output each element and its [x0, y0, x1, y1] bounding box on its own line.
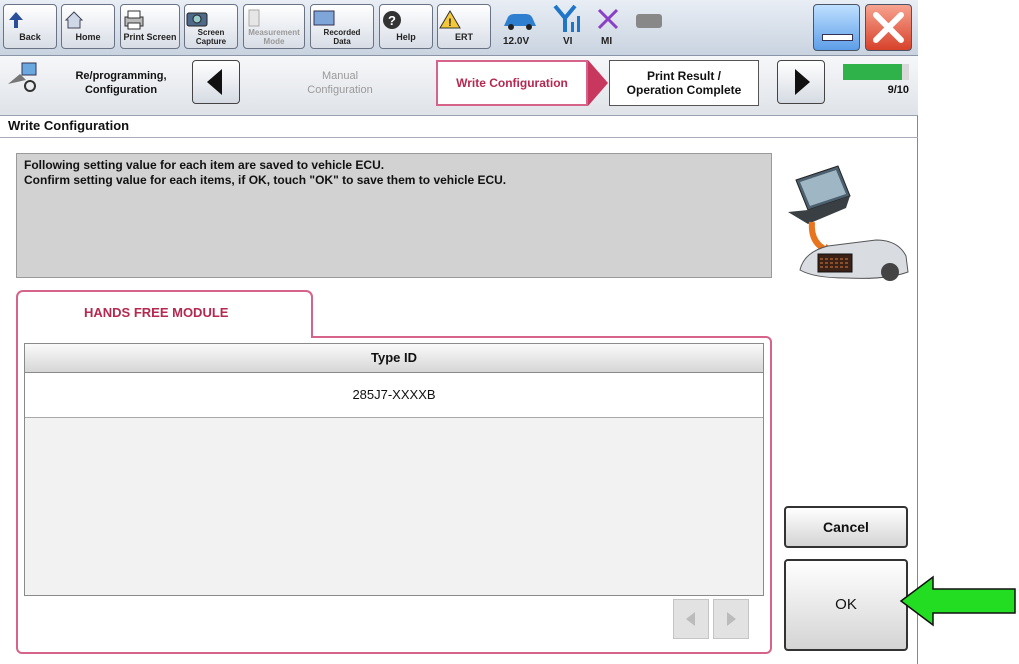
message-line-2: Confirm setting value for each items, if… — [24, 173, 507, 187]
triangle-left-icon — [686, 612, 695, 626]
pointer-arrow-icon — [899, 575, 1016, 627]
printer-icon — [124, 10, 144, 30]
recorded-data-button[interactable]: Recorded Data — [310, 4, 374, 49]
minimize-icon — [822, 34, 853, 41]
ok-button[interactable]: OK — [784, 559, 908, 651]
back-arrow-icon — [9, 12, 23, 28]
back-label: Back — [19, 32, 41, 42]
consult-window: Back Home Print Screen Screen Capture Me… — [0, 0, 918, 664]
table-header-type-id: Type ID — [25, 344, 763, 373]
signal-vi-icon — [553, 4, 580, 32]
nav-previous-button[interactable] — [192, 60, 240, 104]
warning-icon: ! — [439, 10, 461, 29]
help-button[interactable]: ? Help — [379, 4, 433, 49]
battery-indicator-icon — [636, 14, 662, 28]
help-icon: ? — [383, 11, 401, 29]
current-step-pointer — [588, 60, 608, 106]
close-button[interactable] — [865, 4, 912, 51]
triangle-right-icon — [727, 612, 736, 626]
recorded-data-label: Recorded Data — [323, 28, 361, 46]
close-icon — [873, 12, 904, 43]
help-label: Help — [396, 32, 416, 42]
recorded-data-icon — [313, 10, 335, 26]
progress-bar — [843, 64, 909, 80]
home-button[interactable]: Home — [61, 4, 115, 49]
nav-step-print-result: Print Result / Operation Complete — [609, 60, 759, 106]
progress-fill — [843, 64, 903, 80]
table-row[interactable]: 285J7-XXXXB — [25, 373, 763, 418]
cancel-button[interactable]: Cancel — [784, 506, 908, 548]
screen-capture-label: Screen Capture — [195, 28, 227, 46]
svg-text:?: ? — [388, 13, 396, 28]
battery-voltage: 12.0V — [503, 36, 530, 47]
measurement-mode-label: Measurement Mode — [248, 28, 300, 46]
screen-capture-button[interactable]: Screen Capture — [184, 4, 238, 49]
nav-step-write-configuration: Write Configuration — [436, 60, 588, 106]
measurement-icon — [248, 9, 260, 27]
nav-step-manual-configuration: Manual Configuration — [307, 70, 373, 96]
vi-label: VI — [563, 36, 573, 47]
mi-label: MI — [601, 36, 613, 47]
print-screen-label: Print Screen — [123, 32, 177, 42]
svg-text:!: ! — [448, 17, 452, 29]
home-icon — [64, 11, 84, 29]
tab-hands-free-module[interactable]: HANDS FREE MODULE — [16, 290, 313, 338]
arrow-left-icon — [207, 69, 222, 95]
measurement-mode-button[interactable]: Measurement Mode — [243, 4, 305, 49]
nav-step-reprogramming: Re/programming, Configuration — [75, 70, 167, 96]
step-navigation: Re/programming, Configuration Manual Con… — [0, 56, 918, 116]
minimize-button[interactable] — [813, 4, 860, 51]
back-button[interactable]: Back — [3, 4, 57, 49]
camera-icon — [186, 12, 208, 27]
reprogramming-icon — [8, 62, 37, 92]
mi-disconnected-icon — [597, 8, 619, 30]
ert-button[interactable]: ! ERT — [437, 4, 491, 49]
page-previous-button[interactable] — [673, 599, 709, 639]
arrow-right-icon — [795, 69, 810, 95]
step-counter: 9/10 — [887, 84, 909, 96]
type-id-table: Type ID 285J7-XXXXB — [24, 343, 764, 596]
print-screen-button[interactable]: Print Screen — [120, 4, 180, 49]
ert-label: ERT — [455, 32, 473, 42]
message-line-1: Following setting value for each item ar… — [24, 158, 385, 172]
page-next-button[interactable] — [713, 599, 749, 639]
page-title: Write Configuration — [8, 118, 130, 133]
toolbar: Back Home Print Screen Screen Capture Me… — [0, 0, 918, 56]
instruction-message: Following setting value for each item ar… — [16, 153, 772, 278]
home-label: Home — [75, 32, 101, 42]
vehicle-connection-icon — [504, 14, 536, 30]
nav-next-button[interactable] — [777, 60, 825, 104]
laptop-to-vehicle-icon — [788, 165, 909, 281]
title-divider — [0, 137, 918, 138]
